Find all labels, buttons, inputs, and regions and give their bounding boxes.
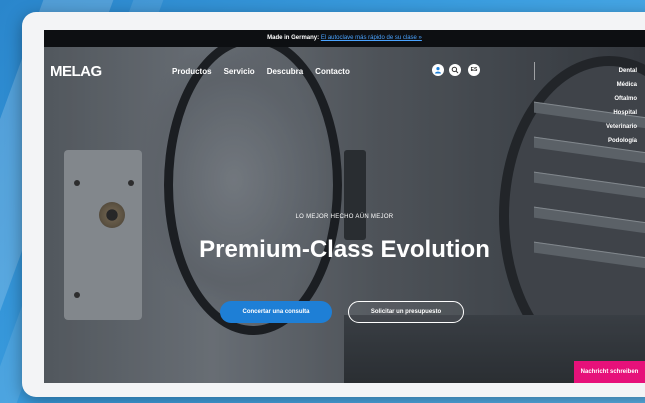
nav-item-servicio[interactable]: Servicio xyxy=(224,67,255,76)
nav-item-descubra[interactable]: Descubra xyxy=(267,67,303,76)
hero-kicker: LO MEJOR HECHO AÚN MEJOR xyxy=(295,214,394,220)
sector-item-veterinario[interactable]: Veterinario xyxy=(606,122,645,132)
sector-item-oftalmo[interactable]: Oftalmo xyxy=(614,94,645,104)
website-screen: Made in Germany: El autoclave más rápido… xyxy=(44,30,645,383)
sector-item-hospital[interactable]: Hospital xyxy=(613,108,645,118)
search-icon xyxy=(451,66,459,74)
nav-item-contacto[interactable]: Contacto xyxy=(315,67,350,76)
request-quote-button[interactable]: Solicitar un presupuesto xyxy=(348,301,464,323)
user-icon xyxy=(435,67,441,74)
sector-item-medica[interactable]: Médica xyxy=(617,80,645,90)
language-button[interactable]: ES xyxy=(468,64,480,76)
sector-item-dental[interactable]: Dental xyxy=(619,66,645,76)
header-divider xyxy=(534,62,535,80)
write-message-button[interactable]: Nachricht schreiben xyxy=(574,361,645,383)
melag-logo[interactable]: MELAG xyxy=(50,63,102,80)
announcement-prefix: Made in Germany: xyxy=(267,35,320,41)
nav-item-productos[interactable]: Productos xyxy=(172,67,212,76)
main-nav: Productos Servicio Descubra Contacto xyxy=(172,67,350,76)
account-button[interactable] xyxy=(432,64,444,76)
sector-item-podologia[interactable]: Podología xyxy=(608,136,645,146)
search-button[interactable] xyxy=(449,64,461,76)
announcement-bar: Made in Germany: El autoclave más rápido… xyxy=(44,30,645,47)
hero-overlay xyxy=(44,30,645,383)
announcement-link[interactable]: El autoclave más rápido de su clase » xyxy=(321,35,422,41)
hero-title: Premium-Class Evolution xyxy=(199,236,490,263)
book-consultation-button[interactable]: Concertar una consulta xyxy=(220,301,332,323)
sector-menu: Dental Médica Oftalmo Hospital Veterinar… xyxy=(606,66,645,146)
